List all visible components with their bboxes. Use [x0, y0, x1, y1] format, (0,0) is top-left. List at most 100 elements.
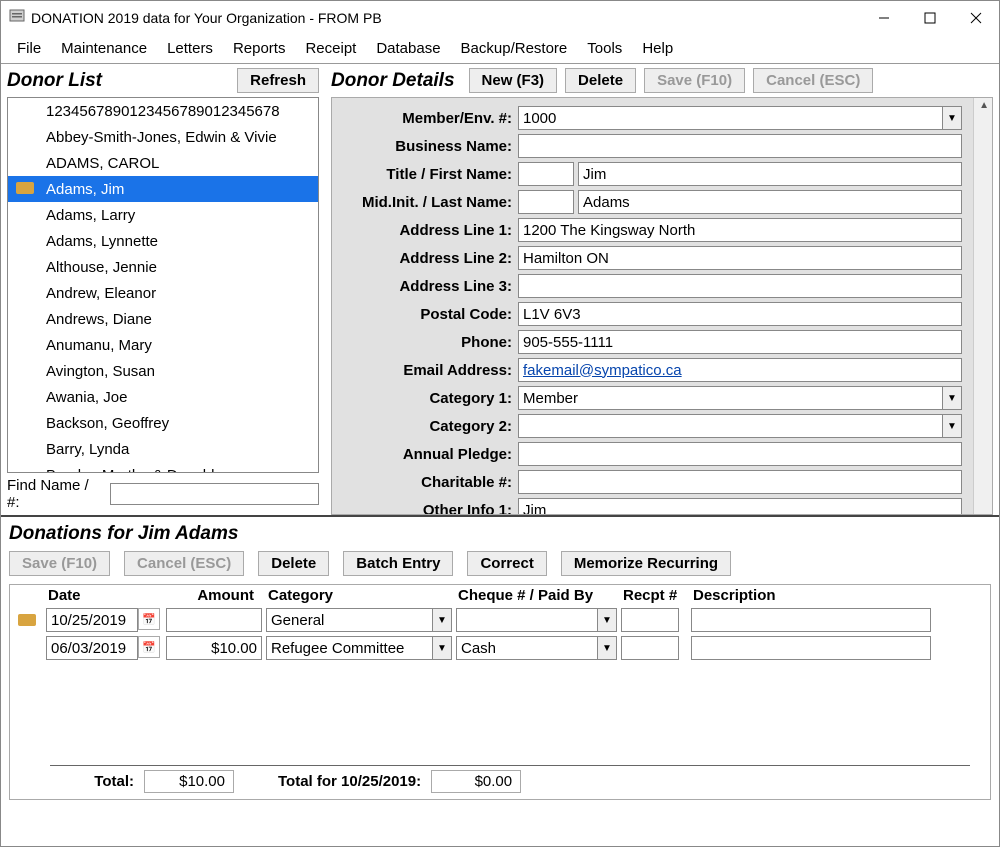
donations-table-frame: Date Amount Category Cheque # / Paid By …: [9, 584, 991, 800]
donor-list-item[interactable]: Andrews, Diane: [8, 306, 318, 332]
last-name-input[interactable]: [578, 190, 962, 214]
cancel-donor-button[interactable]: Cancel (ESC): [753, 68, 873, 93]
delete-donor-button[interactable]: Delete: [565, 68, 636, 93]
postal-input[interactable]: [518, 302, 962, 326]
menu-tools[interactable]: Tools: [579, 38, 630, 59]
donor-list-item[interactable]: ADAMS, CAROL: [8, 150, 318, 176]
recpt-input[interactable]: [621, 608, 679, 632]
addr1-input[interactable]: [518, 218, 962, 242]
calendar-icon[interactable]: 📅: [138, 608, 160, 630]
chevron-down-icon[interactable]: ▼: [597, 608, 617, 632]
details-form: Member/Env. #: ▼ Business Name: Title / …: [331, 97, 993, 515]
addr3-input[interactable]: [518, 274, 962, 298]
label-other1: Other Info 1:: [338, 502, 518, 516]
menu-backup[interactable]: Backup/Restore: [453, 38, 576, 59]
menu-reports[interactable]: Reports: [225, 38, 294, 59]
donor-list-item[interactable]: Andrew, Eleanor: [8, 280, 318, 306]
donor-list-item[interactable]: Anumanu, Mary: [8, 332, 318, 358]
recpt-input[interactable]: [621, 636, 679, 660]
addr2-input[interactable]: [518, 246, 962, 270]
correct-button[interactable]: Correct: [467, 551, 546, 576]
new-button[interactable]: New (F3): [469, 68, 558, 93]
mid-input[interactable]: [518, 190, 574, 214]
amount-input[interactable]: [166, 608, 262, 632]
pledge-input[interactable]: [518, 442, 962, 466]
charit-input[interactable]: [518, 470, 962, 494]
category1-combo[interactable]: ▼: [518, 386, 962, 410]
title-input[interactable]: [518, 162, 574, 186]
chevron-down-icon[interactable]: ▼: [942, 386, 962, 410]
chevron-down-icon[interactable]: ▼: [597, 636, 617, 660]
label-title-first: Title / First Name:: [338, 166, 518, 183]
category2-input[interactable]: [518, 414, 942, 438]
refresh-button[interactable]: Refresh: [237, 68, 319, 93]
first-name-input[interactable]: [578, 162, 962, 186]
donor-list-item[interactable]: Avington, Susan: [8, 358, 318, 384]
menu-receipt[interactable]: Receipt: [297, 38, 364, 59]
donor-list-item[interactable]: Barry, Lynda: [8, 436, 318, 462]
label-postal: Postal Code:: [338, 306, 518, 323]
delete-donation-button[interactable]: Delete: [258, 551, 329, 576]
date-input[interactable]: [46, 636, 138, 660]
category-combo[interactable]: ▼: [266, 608, 452, 632]
email-display[interactable]: fakemail@sympatico.ca: [518, 358, 962, 382]
donor-list-item[interactable]: Abbey-Smith-Jones, Edwin & Vivie: [8, 124, 318, 150]
total-date-value: $0.00: [431, 770, 521, 793]
maximize-button[interactable]: [907, 3, 953, 33]
col-category: Category: [264, 585, 454, 606]
chevron-down-icon[interactable]: ▼: [942, 106, 962, 130]
minimize-button[interactable]: [861, 3, 907, 33]
menu-letters[interactable]: Letters: [159, 38, 221, 59]
pointer-icon: [18, 614, 36, 626]
chevron-down-icon[interactable]: ▼: [432, 636, 452, 660]
donor-list-item[interactable]: 1234567890123456789012345678: [8, 98, 318, 124]
menu-maintenance[interactable]: Maintenance: [53, 38, 155, 59]
label-cat1: Category 1:: [338, 390, 518, 407]
save-donor-button[interactable]: Save (F10): [644, 68, 745, 93]
label-charit: Charitable #:: [338, 474, 518, 491]
col-cheque: Cheque # / Paid By: [454, 585, 619, 606]
calendar-icon[interactable]: 📅: [138, 636, 160, 658]
chevron-down-icon[interactable]: ▼: [942, 414, 962, 438]
donor-list-item[interactable]: Awania, Joe: [8, 384, 318, 410]
category-input[interactable]: [266, 636, 432, 660]
close-button[interactable]: [953, 3, 999, 33]
chevron-down-icon[interactable]: ▼: [432, 608, 452, 632]
category1-input[interactable]: [518, 386, 942, 410]
menu-file[interactable]: File: [9, 38, 49, 59]
desc-input[interactable]: [691, 608, 931, 632]
business-input[interactable]: [518, 134, 962, 158]
donor-list-item[interactable]: Adams, Larry: [8, 202, 318, 228]
menu-help[interactable]: Help: [634, 38, 681, 59]
donor-details-panel: Donor Details New (F3) Delete Save (F10)…: [325, 64, 999, 515]
menu-database[interactable]: Database: [368, 38, 448, 59]
batch-entry-button[interactable]: Batch Entry: [343, 551, 453, 576]
donor-list-item[interactable]: Adams, Jim: [8, 176, 318, 202]
amount-input[interactable]: [166, 636, 262, 660]
cheque-combo[interactable]: ▼: [456, 608, 617, 632]
donor-list-item[interactable]: Althouse, Jennie: [8, 254, 318, 280]
donations-panel: Donations for Jim Adams Save (F10) Cance…: [1, 515, 999, 806]
category2-combo[interactable]: ▼: [518, 414, 962, 438]
save-donation-button[interactable]: Save (F10): [9, 551, 110, 576]
category-input[interactable]: [266, 608, 432, 632]
cancel-donation-button[interactable]: Cancel (ESC): [124, 551, 244, 576]
cheque-input[interactable]: [456, 608, 597, 632]
donor-list-item[interactable]: Bender, Martha & Donald: [8, 462, 318, 472]
donor-listbox[interactable]: 1234567890123456789012345678Abbey-Smith-…: [7, 97, 319, 473]
email-link[interactable]: fakemail@sympatico.ca: [523, 362, 682, 379]
label-cat2: Category 2:: [338, 418, 518, 435]
desc-input[interactable]: [691, 636, 931, 660]
date-input[interactable]: [46, 608, 138, 632]
donor-list-item[interactable]: Backson, Geoffrey: [8, 410, 318, 436]
cheque-input[interactable]: [456, 636, 597, 660]
find-input[interactable]: [110, 483, 319, 505]
category-combo[interactable]: ▼: [266, 636, 452, 660]
memorize-button[interactable]: Memorize Recurring: [561, 551, 731, 576]
cheque-combo[interactable]: ▼: [456, 636, 617, 660]
member-input[interactable]: [518, 106, 942, 130]
donor-list-item[interactable]: Adams, Lynnette: [8, 228, 318, 254]
phone-input[interactable]: [518, 330, 962, 354]
member-combo[interactable]: ▼: [518, 106, 962, 130]
other1-input[interactable]: [518, 498, 962, 515]
